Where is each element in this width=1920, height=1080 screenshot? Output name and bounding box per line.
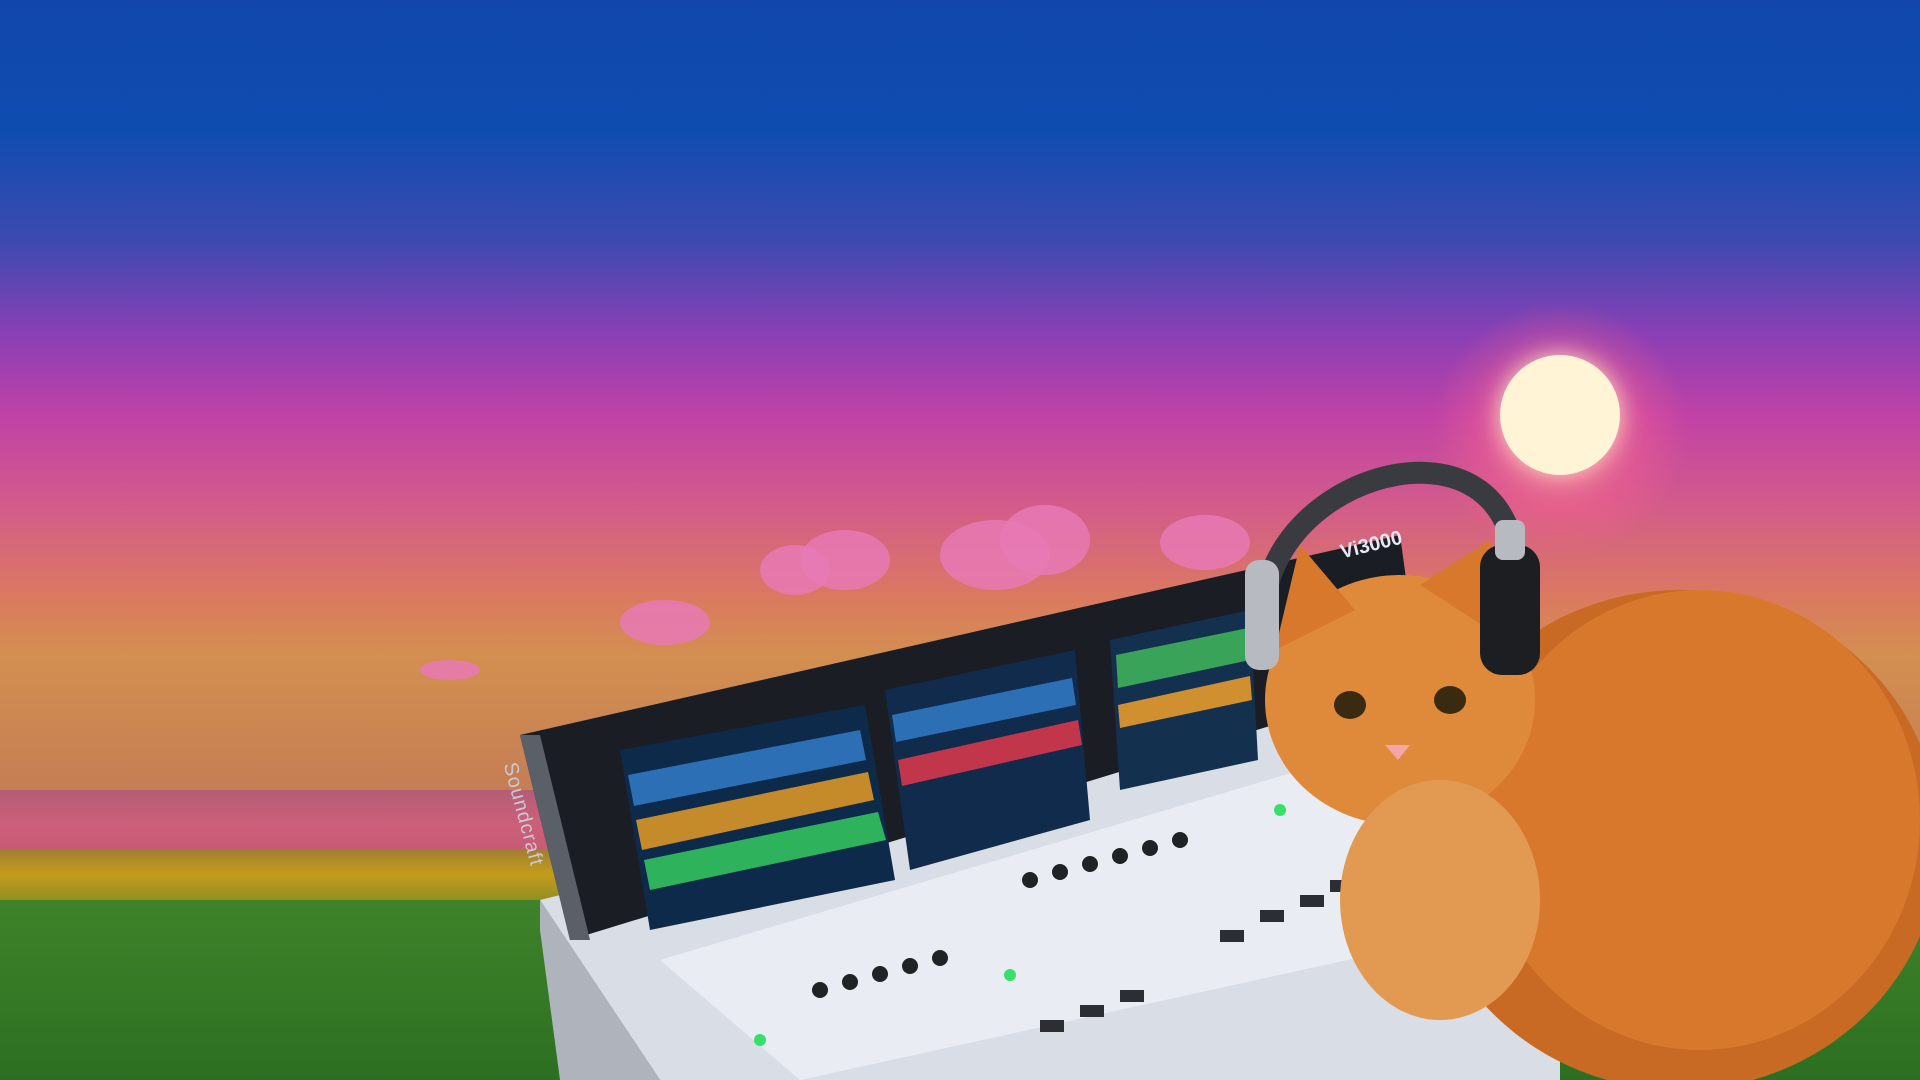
cat-with-headphones [1245,461,1920,1080]
scene: Soundcraft Vi3000 [0,0,1920,1080]
